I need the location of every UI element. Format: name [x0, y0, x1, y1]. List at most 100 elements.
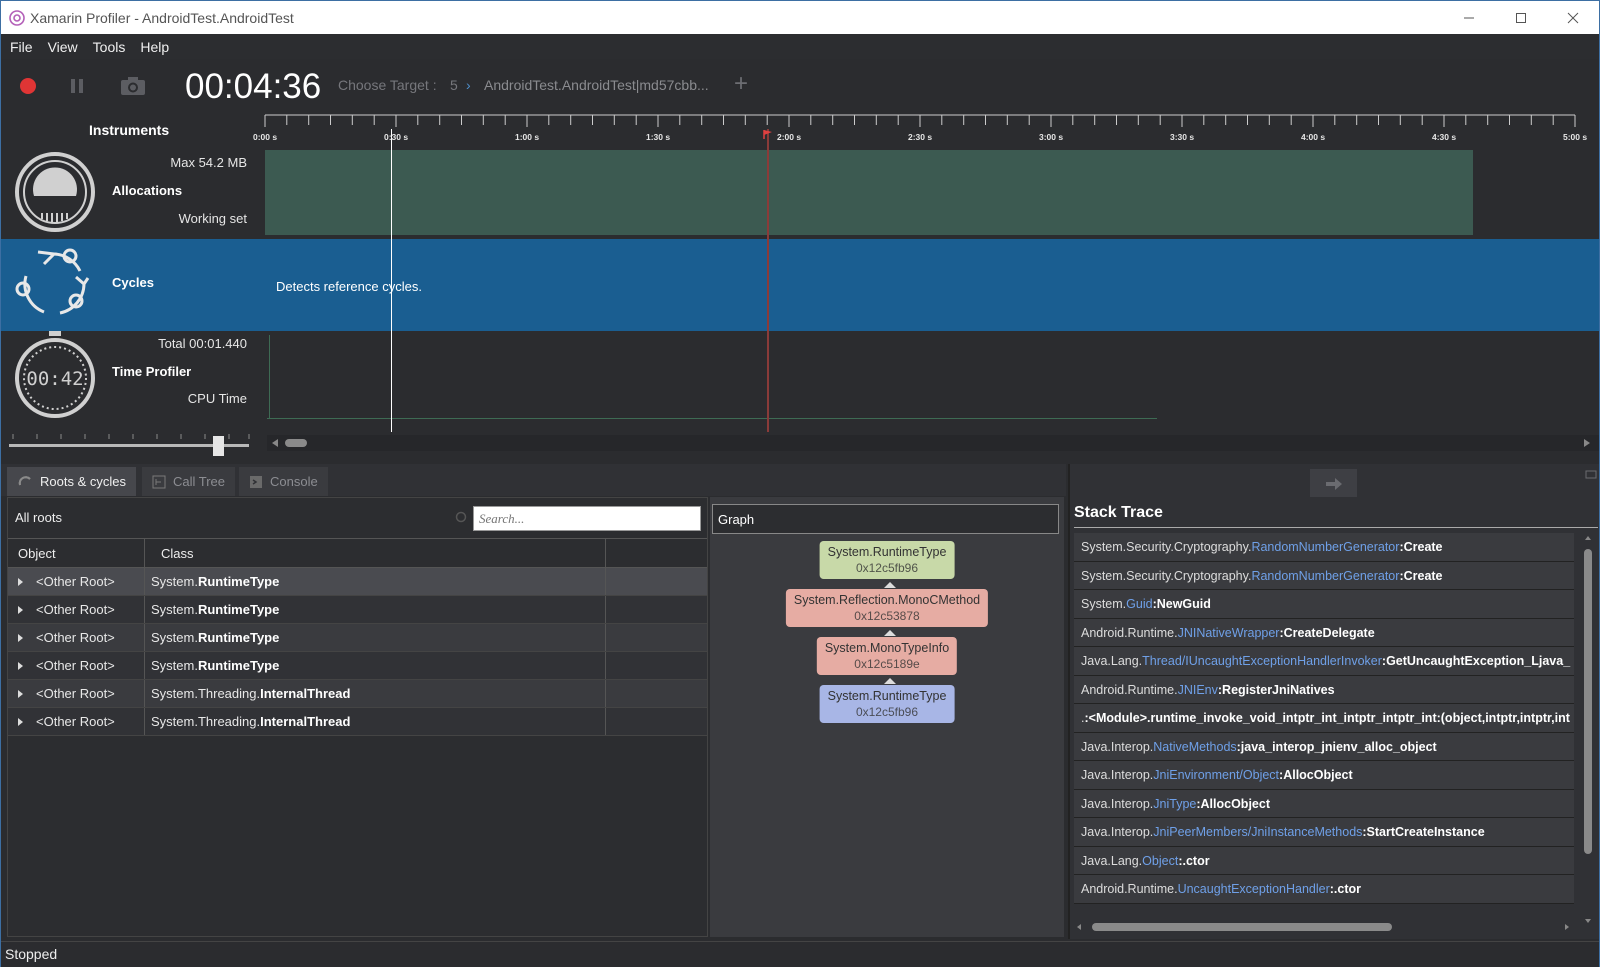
table-row[interactable]: <Other Root> System.Threading. InternalThr…	[8, 708, 707, 736]
tab-roots-cycles[interactable]: Roots & cycles	[7, 467, 136, 496]
frame-method: :.ctor	[1178, 853, 1210, 868]
frame-type-link[interactable]: NativeMethods	[1153, 740, 1236, 754]
instrument-allocations[interactable]: Allocations Max 54.2 MB Working set	[1, 147, 1599, 237]
graph-node[interactable]: System.MonoTypeInfo 0x12c5189e	[816, 637, 958, 675]
frame-type-link[interactable]: Guid	[1126, 597, 1152, 611]
marker-line[interactable]	[767, 129, 769, 441]
stack-frame[interactable]: Java.Interop.JniType:AllocObject	[1074, 789, 1574, 818]
stack-frame[interactable]: Android.Runtime.UncaughtExceptionHandler…	[1074, 875, 1574, 904]
tab-console[interactable]: Console	[239, 467, 328, 496]
maximize-button[interactable]	[1495, 1, 1547, 34]
all-roots-label[interactable]: All roots	[15, 510, 62, 525]
target-name[interactable]: AndroidTest.AndroidTest|md57cbb...	[484, 77, 709, 93]
stack-frame[interactable]: Java.Lang.Object:.ctor	[1074, 846, 1574, 875]
scroll-down-icon[interactable]	[1584, 918, 1592, 924]
cycles-description: Detects reference cycles.	[276, 279, 422, 294]
stack-frame[interactable]: Android.Runtime.JNIEnv:RegisterJniNative…	[1074, 675, 1574, 704]
cpu-spike	[269, 335, 270, 419]
menu-tools[interactable]: Tools	[93, 39, 126, 55]
minimize-button[interactable]	[1443, 1, 1495, 34]
menu-help[interactable]: Help	[140, 39, 169, 55]
timeline-hscroll[interactable]	[267, 435, 1599, 451]
frame-type-link[interactable]: JNIEnv	[1178, 683, 1218, 697]
tab-call-tree[interactable]: Call Tree	[142, 467, 236, 496]
elapsed-timer: 00:04:36	[185, 67, 322, 106]
column-extra[interactable]	[606, 539, 707, 567]
stack-frame[interactable]: .:<Module>.runtime_invoke_void_intptr_in…	[1074, 704, 1574, 733]
stack-frame[interactable]: Android.Runtime.JNINativeWrapper:CreateD…	[1074, 618, 1574, 647]
column-object[interactable]: Object	[8, 539, 145, 567]
expand-arrow-icon[interactable]	[18, 717, 23, 726]
table-row[interactable]: <Other Root> System. RuntimeType	[8, 624, 707, 652]
column-class[interactable]: Class	[145, 539, 606, 567]
stack-frame[interactable]: Java.Interop.JniPeerMembers/JniInstanceM…	[1074, 818, 1574, 847]
pause-button[interactable]	[62, 71, 92, 101]
frame-namespace: Java.Lang.	[1081, 654, 1143, 668]
frame-type-link[interactable]: UncaughtExceptionHandler	[1178, 882, 1330, 896]
expand-arrow-icon[interactable]	[18, 661, 23, 670]
frame-type-link[interactable]: RandomNumberGenerator	[1251, 569, 1399, 583]
expand-arrow-icon[interactable]	[18, 633, 23, 642]
object-value: <Other Root>	[36, 658, 115, 673]
navigate-button[interactable]	[1310, 469, 1357, 497]
close-button[interactable]	[1547, 1, 1599, 34]
expand-arrow-icon[interactable]	[18, 577, 23, 586]
scroll-left-icon[interactable]	[271, 438, 279, 448]
graph-title: Graph	[712, 504, 1059, 534]
graph-node[interactable]: System.RuntimeType 0x12c5fb96	[819, 685, 955, 723]
scroll-left-icon[interactable]	[1076, 923, 1082, 931]
menu-file[interactable]: File	[10, 39, 33, 55]
frame-type-link[interactable]: Thread/IUncaughtExceptionHandlerInvoker	[1142, 654, 1382, 668]
scroll-right-icon[interactable]	[1583, 438, 1591, 448]
ruler-tick-label: 3:30 s	[1170, 132, 1194, 142]
zoom-slider[interactable]	[7, 432, 253, 462]
stack-frame[interactable]: System.Security.Cryptography.RandomNumbe…	[1074, 533, 1574, 562]
scroll-right-icon[interactable]	[1564, 923, 1570, 931]
stack-vscroll-thumb[interactable]	[1584, 549, 1592, 854]
frame-type-link[interactable]: RandomNumberGenerator	[1251, 540, 1399, 554]
roots-panel: All roots Object Class <Other Root> Syste…	[7, 497, 708, 937]
stack-frame[interactable]: System.Security.Cryptography.RandomNumbe…	[1074, 561, 1574, 590]
timeline-scroll-row	[1, 432, 1599, 462]
stack-frame[interactable]: Java.Interop.NativeMethods:java_interop_…	[1074, 732, 1574, 761]
target-count[interactable]: 5	[450, 77, 458, 93]
frame-type-link[interactable]: JniType	[1153, 797, 1196, 811]
stack-frame[interactable]: System.Guid:NewGuid	[1074, 590, 1574, 619]
graph-node[interactable]: System.Reflection.MonoCMethod 0x12c53878	[785, 589, 989, 627]
expand-arrow-icon[interactable]	[18, 605, 23, 614]
add-target-icon[interactable]: +	[734, 70, 748, 98]
table-row[interactable]: <Other Root> System.Threading. InternalThr…	[8, 680, 707, 708]
panel-toggle-icon[interactable]	[1585, 470, 1597, 480]
class-cell: System.Threading. InternalThread	[145, 680, 606, 707]
timeline-scroll-thumb[interactable]	[285, 439, 307, 447]
graph-node[interactable]: System.RuntimeType 0x12c5fb96	[819, 541, 955, 579]
frame-method: :java_interop_jnienv_alloc_object	[1236, 739, 1437, 754]
graph-node-address: 0x12c5189e	[854, 657, 920, 671]
table-row[interactable]: <Other Root> System. RuntimeType	[8, 652, 707, 680]
playhead-cursor[interactable]	[391, 129, 392, 441]
stack-frame[interactable]: Java.Interop.JniEnvironment/Object:Alloc…	[1074, 761, 1574, 790]
instrument-cycles[interactable]: Cycles Detects reference cycles.	[1, 239, 1599, 331]
snapshot-camera-icon[interactable]	[117, 71, 149, 101]
record-button[interactable]	[13, 71, 43, 101]
class-name: InternalThread	[260, 714, 351, 729]
frame-type-link[interactable]: JniPeerMembers/JniInstanceMethods	[1153, 825, 1362, 839]
table-row[interactable]: <Other Root> System. RuntimeType	[8, 568, 707, 596]
frame-type-link[interactable]: JniEnvironment/Object	[1153, 768, 1279, 782]
instrument-time-profiler[interactable]: 00:42 Time Profiler Total 00:01.440 CPU …	[1, 331, 1599, 423]
frame-type-link[interactable]: Object	[1142, 854, 1178, 868]
flag-marker-icon[interactable]	[762, 129, 774, 140]
expand-arrow-icon[interactable]	[18, 689, 23, 698]
menu-view[interactable]: View	[48, 39, 78, 55]
scroll-up-icon[interactable]	[1584, 535, 1592, 541]
stack-hscroll-thumb[interactable]	[1092, 923, 1392, 931]
frame-type-link[interactable]: JNINativeWrapper	[1178, 626, 1280, 640]
stack-vscroll[interactable]	[1581, 533, 1595, 930]
stack-frame[interactable]: Java.Lang.Thread/IUncaughtExceptionHandl…	[1074, 647, 1574, 676]
graph-node-address: 0x12c5fb96	[855, 705, 919, 719]
timeline-ruler[interactable]: Instruments 0:00 s 0:30 s 1:00 s 1:30 s 2:00…	[1, 113, 1599, 144]
table-row[interactable]: <Other Root> System. RuntimeType	[8, 596, 707, 624]
stack-hscroll[interactable]	[1074, 919, 1574, 935]
search-input[interactable]	[473, 506, 701, 531]
ruler-tick-label: 1:00 s	[515, 132, 539, 142]
